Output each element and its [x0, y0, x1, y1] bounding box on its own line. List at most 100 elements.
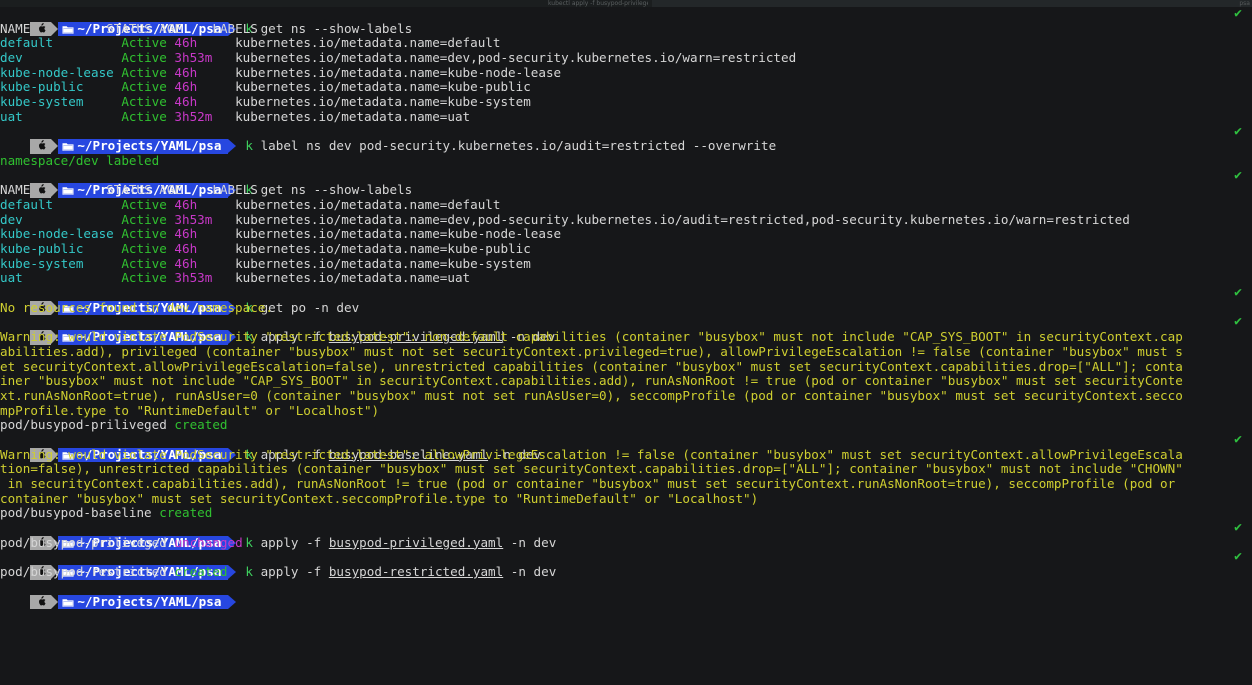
ns-age: 3h52m	[174, 108, 213, 124]
ns-age: 46h	[174, 64, 198, 80]
ns-status: Active	[121, 35, 167, 51]
ns-labels: kubernetes.io/metadata.name=default	[235, 196, 501, 212]
ns-name: kube-system	[0, 255, 84, 271]
ns-table-1-header: NAME STATUS AGE LABELS	[0, 20, 1252, 37]
ns-status: Active	[121, 226, 167, 242]
ns-table-2-header: NAME STATUS AGE LABELS	[0, 182, 1252, 198]
ns-name: dev	[0, 211, 23, 227]
col-header-name: NAME	[0, 182, 31, 198]
folder-icon	[62, 597, 74, 612]
ns-status: Active	[121, 50, 167, 66]
prompt-status-check-icon: ✔	[1234, 167, 1242, 183]
warning-line: in securityContext.capabilities.add), ru…	[0, 476, 1252, 492]
resource-name: pod/busypod-priliveged	[0, 534, 167, 550]
prompt-status-check-icon: ✔	[1234, 285, 1242, 301]
resource-status: unchanged	[174, 534, 243, 550]
resource-name: pod/busypod-restricted	[0, 564, 167, 580]
prompt-line-1[interactable]: ~/Projects/YAML/psa k get ns --show-label…	[0, 7, 1252, 37]
prompt-status-check-icon: ✔	[1234, 314, 1242, 330]
col-header-name: NAME	[0, 20, 31, 36]
warning-line: tion=false), unrestricted capabilities (…	[0, 461, 1252, 477]
ns-labels: kubernetes.io/metadata.name=kube-node-le…	[235, 64, 562, 80]
resource-status: created	[174, 564, 228, 580]
ns-age: 46h	[174, 226, 198, 242]
prompt-line-7[interactable]: ~/Projects/YAML/psa k apply -f busypod-pr…	[0, 520, 1252, 551]
warning-text: container "busybox" must set securityCon…	[0, 490, 759, 506]
col-header-age: AGE	[159, 20, 183, 36]
prompt-line-3[interactable]: ~/Projects/YAML/psa k get ns --show-label…	[0, 167, 1252, 198]
table-row: kube-public Active 46h kubernetes.io/met…	[0, 241, 1252, 257]
table-row: kube-node-lease Active 46h kubernetes.io…	[0, 64, 1252, 81]
ns-age: 46h	[174, 79, 198, 95]
ns-labels: kubernetes.io/metadata.name=uat	[235, 108, 471, 124]
warning-text: tion=false), unrestricted capabilities (…	[0, 461, 1183, 477]
table-row: kube-system Active 46h kubernetes.io/met…	[0, 94, 1252, 110]
ns-name: default	[0, 196, 54, 212]
label-result-text: namespace/dev labeled	[0, 152, 160, 168]
prompt-status-check-icon: ✔	[1234, 431, 1242, 447]
label-result-line: namespace/dev labeled	[0, 152, 1252, 169]
table-row: default Active 46h kubernetes.io/metadat…	[0, 36, 1252, 51]
ns-name: default	[0, 35, 54, 51]
ns-status: Active	[121, 241, 167, 256]
ns-name: uat	[0, 108, 23, 124]
warning-text: Warning: would violate PodSecurity "rest…	[0, 446, 1183, 462]
table-row: dev Active 3h53m kubernetes.io/metadata.…	[0, 211, 1252, 228]
table-row: kube-node-lease Active 46h kubernetes.io…	[0, 226, 1252, 242]
prompt-line-2[interactable]: ~/Projects/YAML/psa k label ns dev pod-se…	[0, 123, 1252, 154]
apple-segment-arrow	[51, 594, 59, 609]
warning-line: iner "busybox" must not include "CAP_SYS…	[0, 373, 1252, 389]
prompt-status-check-icon: ✔	[1234, 123, 1242, 139]
prompt-status-check-icon: ✔	[1234, 7, 1242, 21]
ns-labels: kubernetes.io/metadata.name=dev,pod-secu…	[235, 50, 797, 66]
ns-age: 3h53m	[174, 50, 213, 66]
window-chrome: kubectl apply -f busypod-privileged.yaml…	[0, 0, 1252, 7]
no-resources-text: No resources found in dev namespace.	[0, 299, 273, 315]
window-title: kubectl apply -f busypod-privileged.yaml	[548, 0, 648, 7]
table-row: kube-system Active 46h kubernetes.io/met…	[0, 255, 1252, 272]
warning-text: in securityContext.capabilities.add), ru…	[0, 476, 1176, 491]
prompt-line-6[interactable]: ~/Projects/YAML/psa k apply -f busypod-ba…	[0, 431, 1252, 463]
ns-status: Active	[121, 79, 167, 95]
prompt-line-5[interactable]: ~/Projects/YAML/psa k apply -f busypod-pr…	[0, 314, 1252, 345]
ns-status: Active	[121, 211, 167, 227]
warning-line: Warning: would violate PodSecurity "rest…	[0, 329, 1252, 345]
table-row: dev Active 3h53m kubernetes.io/metadata.…	[0, 50, 1252, 66]
ns-age: 46h	[174, 94, 198, 110]
col-header-status: STATUS	[106, 20, 152, 36]
no-resources-line: No resources found in dev namespace.	[0, 299, 1252, 316]
ns-name: kube-node-lease	[0, 64, 114, 80]
ns-labels: kubernetes.io/metadata.name=uat	[235, 270, 471, 286]
warning-text: xt.runAsNonRoot=true), runAsUser=0 (cont…	[0, 387, 1183, 403]
ns-name: kube-public	[0, 79, 84, 95]
warning-text: iner "busybox" must not include "CAP_SYS…	[0, 373, 1183, 389]
prompt-line-4[interactable]: ~/Projects/YAML/psa k get po -n dev ✔	[0, 285, 1252, 316]
prompt-line-9[interactable]: ~/Projects/YAML/psa	[0, 580, 1252, 610]
ns-labels: kubernetes.io/metadata.name=kube-public	[235, 241, 531, 256]
apply-result-line: pod/busypod-restricted created	[0, 564, 1252, 580]
resource-name: pod/busypod-priliveged	[0, 417, 167, 433]
window-title-right: psa	[1239, 0, 1250, 7]
warning-line: Warning: would violate PodSecurity "rest…	[0, 446, 1252, 463]
prompt-status-check-icon: ✔	[1234, 520, 1242, 536]
warning-line: xt.runAsNonRoot=true), runAsUser=0 (cont…	[0, 387, 1252, 404]
ns-age: 3h53m	[174, 211, 213, 227]
warning-text: Warning: would violate PodSecurity "rest…	[0, 329, 1183, 345]
resource-status: created	[159, 505, 213, 521]
ns-name: dev	[0, 50, 23, 66]
prompt-line-8[interactable]: ~/Projects/YAML/psa k apply -f busypod-re…	[0, 550, 1252, 580]
table-row: uat Active 3h52m kubernetes.io/metadata.…	[0, 108, 1252, 125]
ns-labels: kubernetes.io/metadata.name=kube-system	[235, 255, 531, 271]
warning-text: abilities.add), privileged (container "b…	[0, 343, 1183, 359]
ns-name: uat	[0, 270, 23, 286]
ns-labels: kubernetes.io/metadata.name=default	[235, 35, 501, 51]
warning-line: mpProfile.type to "RuntimeDefault" or "L…	[0, 403, 1252, 419]
apply-result-line: pod/busypod-priliveged unchanged	[0, 534, 1252, 551]
apple-icon	[30, 594, 52, 610]
col-header-labels: LABELS	[212, 182, 258, 198]
ns-status: Active	[121, 255, 167, 271]
prompt-path-text: ~/Projects/YAML/psa	[77, 593, 222, 609]
terminal-window[interactable]: ~/Projects/YAML/psa k get ns --show-label…	[0, 7, 1252, 685]
apply-result-line: pod/busypod-baseline created	[0, 506, 1252, 521]
ns-status: Active	[121, 64, 167, 80]
